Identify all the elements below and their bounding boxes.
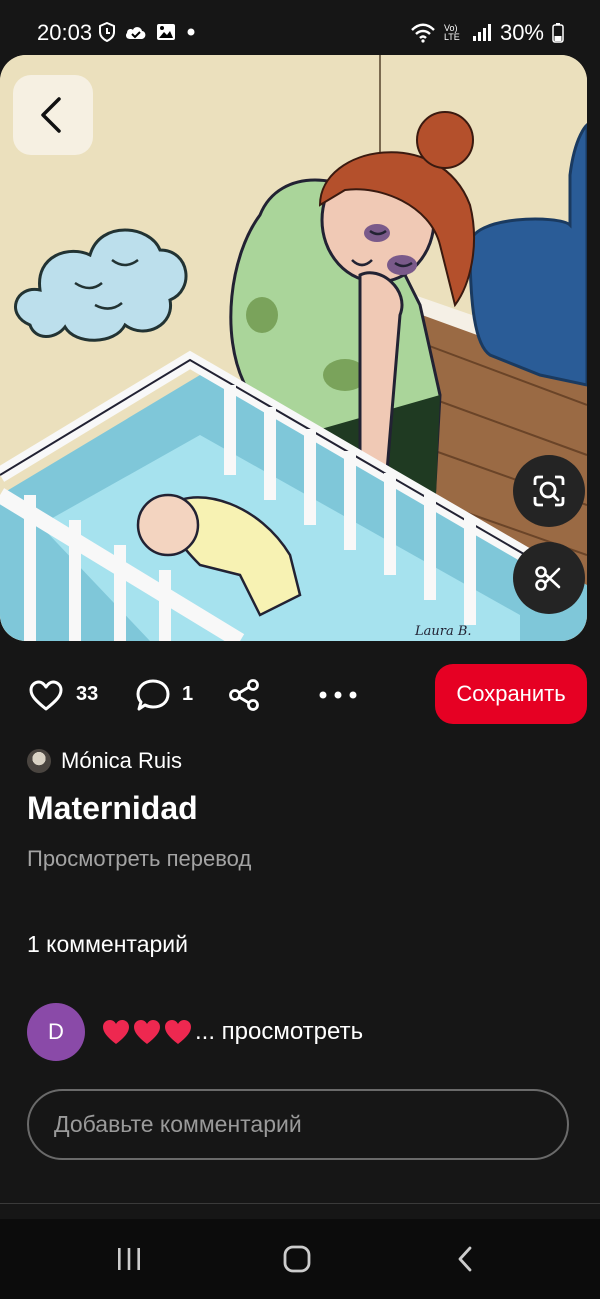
system-nav-bar [0,1219,600,1299]
author-avatar[interactable] [27,749,51,773]
back-button[interactable] [13,75,93,155]
commenter-avatar[interactable]: D [27,1003,85,1061]
home-icon[interactable] [283,1245,311,1273]
scissors-icon [535,566,561,591]
status-time: 20:03 [37,20,93,45]
comments-count-heading: 1 комментарий [27,931,188,957]
visual-search-button[interactable] [513,455,585,527]
comment-icon[interactable] [135,678,171,712]
view-translation-link[interactable]: Просмотреть перевод [27,846,251,872]
heart-emoji-icon [134,1020,160,1044]
wifi-icon [411,23,435,43]
action-bar: 33 1 Сохранить [0,664,600,724]
share-icon[interactable] [227,678,263,712]
status-icons-left [98,22,198,42]
gallery-icon [157,24,175,40]
author-name[interactable]: Mónica Ruis [61,748,182,774]
save-button[interactable]: Сохранить [435,664,587,724]
dot-icon [187,28,195,36]
comment-text[interactable]: ... просмотреть [101,1018,363,1046]
battery-icon [552,23,564,43]
author[interactable]: Mónica Ruis [27,748,182,774]
chevron-left-icon [41,97,61,133]
comment-count: 1 [182,683,194,705]
status-bar: 20:03 Vo) LTE 30% [0,0,600,60]
battery-percent: 30% [499,20,544,45]
pin-title: Maternidad [27,790,198,826]
cloud-check-icon [126,27,146,39]
shield-icon [99,22,115,42]
cutout-button[interactable] [513,542,585,614]
status-icons-right: Vo) LTE 30% [410,20,564,46]
divider [0,1203,600,1204]
heart-emoji-icon [103,1020,129,1044]
more-options-icon[interactable] [318,690,358,700]
add-comment-input[interactable]: Добавьте комментарий [27,1089,569,1160]
heart-icon[interactable] [28,680,64,712]
recent-apps-icon[interactable] [116,1246,142,1272]
signature-text: Laura B. [414,624,472,639]
like-count: 33 [76,683,99,705]
hearts-emoji [101,1018,193,1046]
volte-icon: Vo) LTE [443,23,460,42]
nav-back-icon[interactable] [455,1245,475,1273]
lens-search-icon [533,475,565,507]
comment-item[interactable]: D ... просмотреть [27,1003,363,1061]
heart-emoji-icon [165,1020,191,1044]
comment-text-label: ... просмотреть [195,1018,364,1045]
signal-icon [472,24,491,41]
